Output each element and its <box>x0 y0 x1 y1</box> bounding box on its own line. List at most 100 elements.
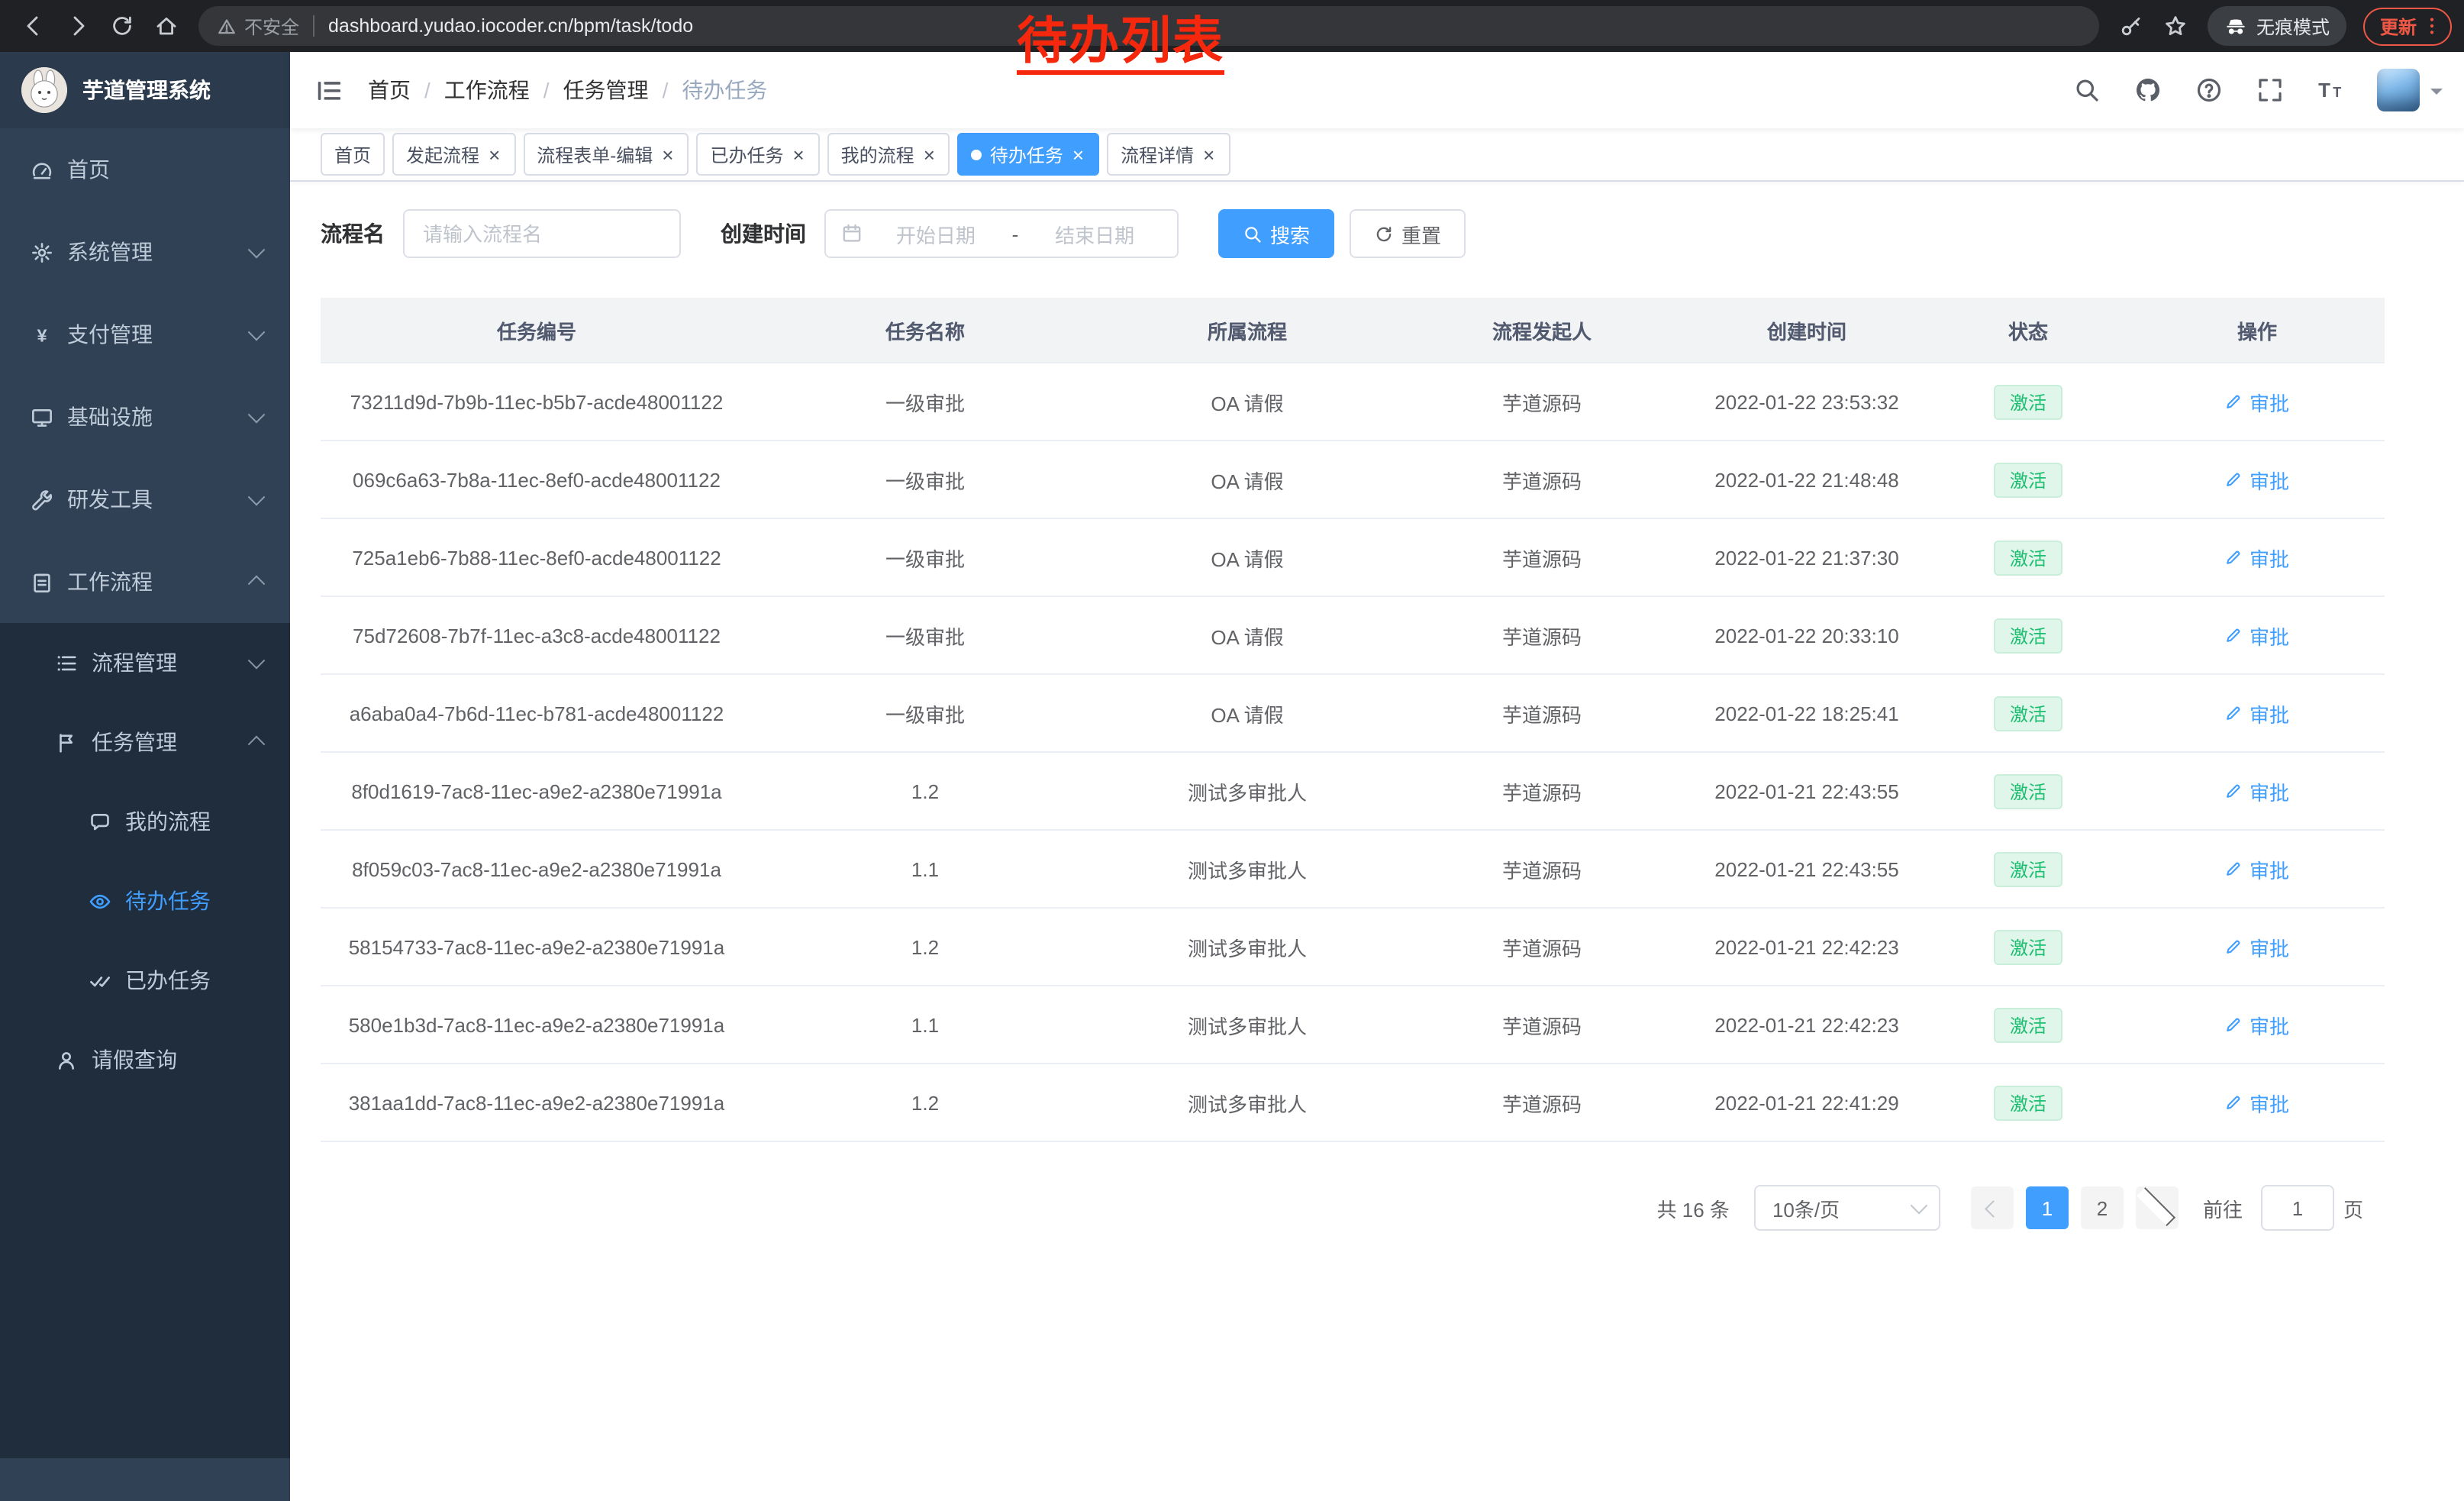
reload-icon[interactable] <box>101 5 142 47</box>
logo-avatar <box>21 67 67 113</box>
page-size-select[interactable]: 10条/页 <box>1754 1185 1940 1231</box>
approve-link[interactable]: 审批 <box>2225 776 2289 805</box>
security-chip[interactable]: 不安全 <box>217 13 299 39</box>
monitor-icon <box>31 405 53 428</box>
app-logo[interactable]: 芋道管理系统 <box>0 52 290 128</box>
clipboard-icon <box>31 570 53 593</box>
sidebar-item-system-mgmt[interactable]: 系统管理 <box>0 211 290 293</box>
close-tag-icon[interactable]: × <box>922 144 937 164</box>
sidebar-item-todo-task[interactable]: 待办任务 <box>0 861 290 941</box>
reset-button[interactable]: 重置 <box>1350 209 1466 258</box>
create-time-range-picker[interactable]: 开始日期 - 结束日期 <box>824 209 1179 258</box>
double-check-icon <box>89 969 111 992</box>
cell-initiator: 芋道源码 <box>1397 908 1687 986</box>
cell-name: 1.1 <box>753 830 1098 908</box>
cell-text: 381aa1dd-7ac8-11ec-a9e2-a2380e71991a <box>349 1091 725 1114</box>
goto-page-input[interactable] <box>2261 1185 2334 1231</box>
cell-created: 2022-01-21 22:43:55 <box>1687 752 1927 830</box>
breadcrumb-workflow[interactable]: 工作流程 <box>444 75 530 105</box>
collapse-sidebar-icon[interactable] <box>314 76 343 105</box>
cell-text: 58154733-7ac8-11ec-a9e2-a2380e71991a <box>349 935 725 958</box>
fullscreen-icon[interactable] <box>2253 73 2287 107</box>
cell-status: 激活 <box>1927 1064 2130 1141</box>
sidebar-item-home[interactable]: 首页 <box>0 128 290 211</box>
process-name-input[interactable] <box>403 209 681 258</box>
help-icon[interactable] <box>2192 73 2226 107</box>
cell-name: 1.2 <box>753 908 1098 986</box>
close-tag-icon[interactable]: × <box>1201 144 1216 164</box>
search-button[interactable]: 搜索 <box>1218 209 1334 258</box>
approve-link[interactable]: 审批 <box>2225 1088 2289 1117</box>
chevron-up-icon <box>248 736 266 754</box>
page-button-1[interactable]: 1 <box>2026 1186 2069 1229</box>
back-icon[interactable] <box>12 5 53 47</box>
status-badge: 激活 <box>1995 773 2062 809</box>
start-date-placeholder: 开始日期 <box>869 219 1003 248</box>
sidebar-item-workflow[interactable]: 工作流程 <box>0 541 290 623</box>
approve-link[interactable]: 审批 <box>2225 387 2289 416</box>
prev-page-button[interactable] <box>1971 1186 2014 1229</box>
table-row: 58154733-7ac8-11ec-a9e2-a2380e71991a 1.2 测… <box>321 908 2385 986</box>
sidebar-item-leave-query[interactable]: 请假查询 <box>0 1020 290 1099</box>
tags-view-item[interactable]: 待办任务× <box>958 133 1099 176</box>
cell-id: 580e1b3d-7ac8-11ec-a9e2-a2380e71991a <box>321 986 753 1064</box>
table-row: 381aa1dd-7ac8-11ec-a9e2-a2380e71991a1.2测… <box>321 1064 2385 1141</box>
sidebar-item-payment-mgmt[interactable]: ¥支付管理 <box>0 293 290 376</box>
cell-text: OA 请假 <box>1211 703 1283 726</box>
sidebar-item-infrastructure[interactable]: 基础设施 <box>0 376 290 458</box>
approve-link[interactable]: 审批 <box>2225 543 2289 572</box>
sidebar-item-my-process[interactable]: 我的流程 <box>0 782 290 861</box>
approve-link[interactable]: 审批 <box>2225 932 2289 961</box>
todo-task-table: 任务编号任务名称所属流程流程发起人创建时间状态操作 73211d9d-7b9b-… <box>321 298 2385 1142</box>
approve-link[interactable]: 审批 <box>2225 1010 2289 1039</box>
sidebar-item-process-mgmt[interactable]: 流程管理 <box>0 623 290 702</box>
star-icon[interactable] <box>2156 5 2197 47</box>
next-page-button[interactable] <box>2136 1186 2179 1229</box>
cell-text: 测试多审批人 <box>1188 937 1307 960</box>
cell-created: 2022-01-22 21:37:30 <box>1687 518 1927 596</box>
font-size-icon[interactable]: TT <box>2314 73 2348 107</box>
tags-view-item[interactable]: 首页 <box>321 133 385 176</box>
filter-bar: 流程名 创建时间 开始日期 - 结束日期 搜索 重 <box>321 209 2433 258</box>
tags-view-item[interactable]: 我的流程× <box>827 133 950 176</box>
cell-text: 一级审批 <box>885 625 965 648</box>
avatar <box>2377 69 2420 111</box>
key-icon[interactable] <box>2111 5 2153 47</box>
forward-icon[interactable] <box>56 5 98 47</box>
breadcrumb-home[interactable]: 首页 <box>368 75 411 105</box>
status-badge: 激活 <box>1995 540 2062 575</box>
sidebar-item-dev-tools[interactable]: 研发工具 <box>0 458 290 541</box>
close-tag-icon[interactable]: × <box>487 144 502 164</box>
table-row: a6aba0a4-7b6d-11ec-b781-acde48001122一级审批… <box>321 674 2385 752</box>
close-tag-icon[interactable]: × <box>1071 144 1085 164</box>
approve-link[interactable]: 审批 <box>2225 621 2289 650</box>
page-button-2[interactable]: 2 <box>2081 1186 2124 1229</box>
update-button[interactable]: 更新 <box>2363 7 2452 45</box>
close-tag-icon[interactable]: × <box>791 144 805 164</box>
breadcrumb-task-mgmt[interactable]: 任务管理 <box>563 75 649 105</box>
cell-text: 芋道源码 <box>1502 937 1582 960</box>
cell-text: 2022-01-22 21:48:48 <box>1714 468 1898 491</box>
cell-name: 一级审批 <box>753 518 1098 596</box>
home-icon[interactable] <box>145 5 186 47</box>
search-icon[interactable] <box>2070 73 2104 107</box>
user-menu[interactable] <box>2377 69 2443 111</box>
breadcrumb-current: 待办任务 <box>682 75 767 105</box>
sidebar-item-task-mgmt[interactable]: 任务管理 <box>0 702 290 782</box>
edit-icon <box>2225 1093 2243 1112</box>
tags-view-item[interactable]: 流程表单-编辑× <box>523 133 689 176</box>
approve-link[interactable]: 审批 <box>2225 699 2289 728</box>
chevron-down-icon <box>248 324 266 341</box>
tags-view-item[interactable]: 发起流程× <box>392 133 515 176</box>
sidebar-item-label: 待办任务 <box>125 886 211 916</box>
tags-view-item[interactable]: 已办任务× <box>696 133 819 176</box>
chevron-down-icon <box>248 489 266 506</box>
approve-link[interactable]: 审批 <box>2225 465 2289 494</box>
github-icon[interactable] <box>2131 73 2165 107</box>
close-tag-icon[interactable]: × <box>660 144 675 164</box>
browser-menu-icon[interactable] <box>2418 12 2446 40</box>
tags-view-item[interactable]: 流程详情× <box>1107 133 1230 176</box>
sidebar-item-done-task[interactable]: 已办任务 <box>0 941 290 1020</box>
goto-label: 前往 <box>2203 1193 2243 1222</box>
approve-link[interactable]: 审批 <box>2225 854 2289 883</box>
